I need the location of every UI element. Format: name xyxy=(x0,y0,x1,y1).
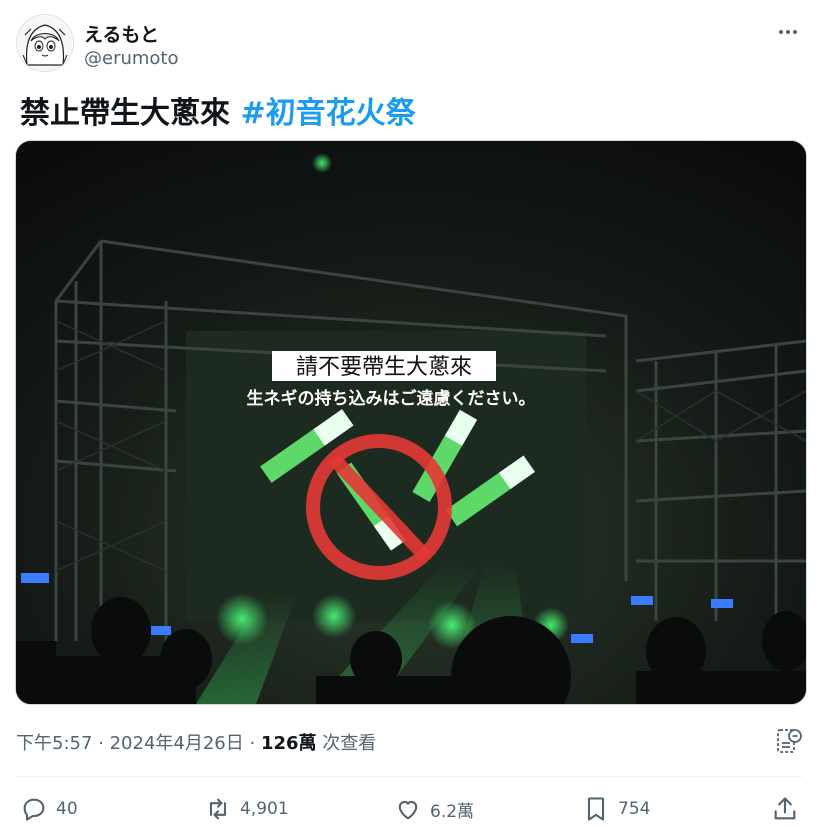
tweet-time[interactable]: 下午5:57 xyxy=(16,733,92,754)
meta-separator: · xyxy=(243,733,261,754)
like-count: 6.2萬 xyxy=(430,801,475,822)
bookmark-button[interactable]: 754 xyxy=(582,791,650,827)
post-analytics-icon xyxy=(777,729,802,753)
views-label: 次查看 xyxy=(316,733,377,754)
views-count: 126萬 xyxy=(260,733,317,754)
reply-count: 40 xyxy=(56,799,78,819)
bookmark-count: 754 xyxy=(618,799,651,819)
repost-icon xyxy=(209,798,227,820)
author-handle[interactable]: @erumoto xyxy=(84,48,179,69)
hashtag-link[interactable]: #初音花火祭 xyxy=(240,96,415,131)
tweet-body: 禁止帶生大蔥來 xyxy=(20,96,230,131)
share-button[interactable] xyxy=(771,795,799,823)
more-options-button[interactable] xyxy=(773,20,803,50)
heart-icon xyxy=(398,801,418,820)
divider xyxy=(16,776,803,777)
tweet-text: 禁止帶生大蔥來 #初音花火祭 xyxy=(20,88,416,132)
meta-separator: · xyxy=(92,733,110,754)
caption-japanese: 生ネギの持ち込みはご遠慮ください。 xyxy=(247,388,536,409)
reply-button[interactable]: 40 xyxy=(20,791,78,827)
tweet-date[interactable]: 2024年4月26日 xyxy=(110,733,244,754)
tweet-timestamp-line: 下午5:57 · 2024年4月26日 · 126萬 次查看 xyxy=(16,729,376,755)
repost-button[interactable]: 4,901 xyxy=(204,791,289,827)
tweet-header: えるもと @erumoto xyxy=(16,14,803,74)
bookmark-icon xyxy=(587,797,605,821)
author-display-name[interactable]: えるもと xyxy=(84,20,159,47)
concert-stage-photo: 請不要帶生大蔥來 生ネギの持ち込みはご遠慮ください。 xyxy=(16,141,806,704)
reply-icon xyxy=(23,798,45,821)
repost-count: 4,901 xyxy=(240,799,289,819)
more-horizontal-icon xyxy=(779,30,797,34)
share-icon xyxy=(774,797,796,820)
tweet-photo[interactable]: 請不要帶生大蔥來 生ネギの持ち込みはご遠慮ください。 xyxy=(15,140,807,705)
anime-girl-avatar-icon xyxy=(17,15,73,71)
analytics-button[interactable] xyxy=(775,727,803,755)
tweet-actions-bar: 40 4,901 6.2萬 754 xyxy=(16,791,803,827)
like-button[interactable]: 6.2萬 xyxy=(394,791,474,827)
caption-chinese: 請不要帶生大蔥來 xyxy=(296,355,472,380)
avatar[interactable] xyxy=(16,14,74,72)
